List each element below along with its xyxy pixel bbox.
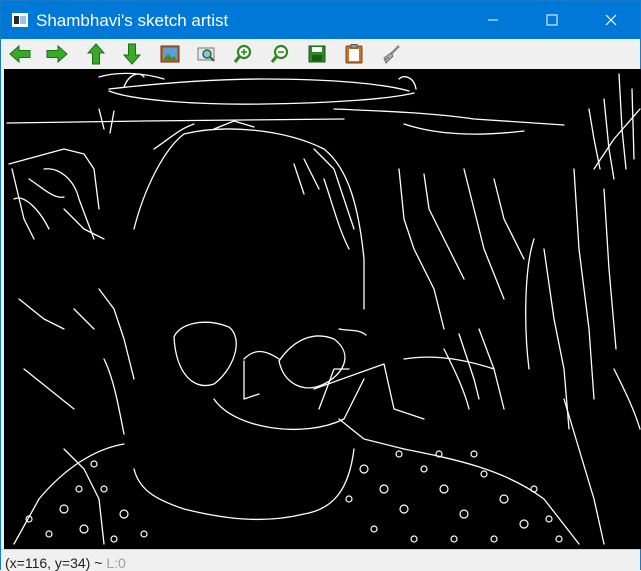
zoom-image-button[interactable] [157, 42, 183, 66]
zoom-fit-icon [197, 45, 217, 63]
title-bar[interactable]: Shambhavi's sketch artist [1, 1, 640, 39]
zoom-in-button[interactable] [230, 42, 256, 66]
pixel-value: L:0 [106, 555, 126, 571]
pan-left-button[interactable] [7, 42, 33, 66]
zoom-fit-button[interactable] [194, 42, 220, 66]
properties-button[interactable] [378, 42, 404, 66]
zoom-in-icon [233, 44, 253, 64]
window-title: Shambhavi's sketch artist [36, 11, 229, 30]
maximize-icon [546, 14, 558, 26]
arrow-down-icon [122, 43, 142, 65]
minimize-icon [487, 14, 499, 26]
copy-button[interactable] [341, 42, 367, 66]
minimize-button[interactable] [470, 1, 516, 39]
close-icon [605, 14, 617, 26]
cursor-coordinates: (x=116, y=34) ~ [5, 555, 107, 571]
clipboard-icon [345, 44, 363, 64]
image-icon [160, 45, 180, 63]
pan-right-button[interactable] [44, 42, 70, 66]
edge-sketch [6, 72, 641, 545]
arrow-right-icon [46, 44, 68, 64]
save-button[interactable] [304, 42, 330, 66]
status-bar: (x=116, y=34) ~ L:0 [1, 549, 640, 571]
pan-down-button[interactable] [119, 42, 145, 66]
maximize-button[interactable] [529, 1, 575, 39]
app-window: Shambhavi's sketch artist (x=116, y=34) … [0, 0, 641, 571]
toolbar [1, 39, 640, 69]
close-button[interactable] [588, 1, 634, 39]
app-window-icon [12, 13, 28, 27]
save-icon [308, 45, 326, 63]
zoom-out-icon [270, 44, 290, 64]
zoom-out-button[interactable] [267, 42, 293, 66]
pan-up-button[interactable] [83, 42, 109, 66]
sketch-image-canvas[interactable] [4, 69, 641, 549]
arrow-up-icon [86, 43, 106, 65]
brush-icon [381, 44, 401, 64]
arrow-left-icon [9, 44, 31, 64]
